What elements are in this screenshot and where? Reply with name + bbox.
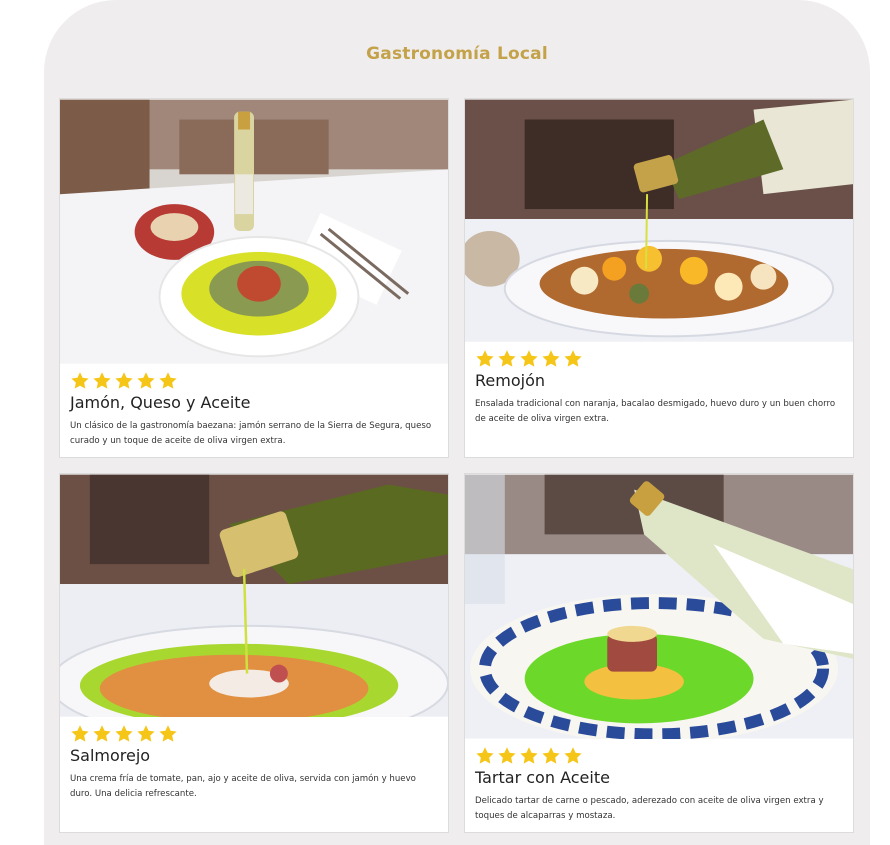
star-rating	[70, 724, 438, 744]
dish-photo-jamon	[60, 99, 448, 364]
star-icon	[92, 724, 112, 744]
star-icon	[563, 349, 583, 369]
dish-card-tartar[interactable]: Tartar con Aceite Delicado tartar de car…	[464, 473, 854, 833]
dish-card-remojon[interactable]: Remojón Ensalada tradicional con naranja…	[464, 98, 854, 458]
star-icon	[70, 371, 90, 391]
star-icon	[70, 724, 90, 744]
dish-title: Tartar con Aceite	[475, 768, 610, 787]
dish-card-salmorejo[interactable]: Salmorejo Una crema fría de tomate, pan,…	[59, 473, 449, 833]
dish-photo-salmorejo	[60, 474, 448, 717]
star-rating	[475, 349, 843, 369]
star-icon	[136, 371, 156, 391]
star-icon	[92, 371, 112, 391]
star-rating	[70, 371, 438, 391]
dish-description: Delicado tartar de carne o pescado, ader…	[475, 796, 824, 821]
dish-photo-remojon	[465, 99, 853, 342]
dish-description: Una crema fría de tomate, pan, ajo y ace…	[70, 774, 416, 799]
star-icon	[475, 349, 495, 369]
star-icon	[475, 746, 495, 766]
star-icon	[563, 746, 583, 766]
star-icon	[519, 746, 539, 766]
dish-photo-tartar	[465, 474, 853, 739]
dish-title: Salmorejo	[70, 746, 151, 765]
dish-description: Un clásico de la gastronomía baezana: ja…	[70, 421, 432, 446]
star-rating	[475, 746, 843, 766]
dish-card-jamon[interactable]: Jamón, Queso y Aceite Un clásico de la g…	[59, 98, 449, 458]
star-icon	[114, 371, 134, 391]
star-icon	[541, 746, 561, 766]
dish-description: Ensalada tradicional con naranja, bacala…	[475, 399, 836, 424]
star-icon	[158, 371, 178, 391]
star-icon	[519, 349, 539, 369]
star-icon	[114, 724, 134, 744]
star-icon	[497, 746, 517, 766]
star-icon	[541, 349, 561, 369]
dish-title: Jamón, Queso y Aceite	[70, 393, 251, 412]
star-icon	[136, 724, 156, 744]
gastronomy-section: Gastronomía Local Jamón, Queso y Aceite …	[44, 0, 870, 845]
star-icon	[158, 724, 178, 744]
star-icon	[497, 349, 517, 369]
dish-title: Remojón	[475, 371, 545, 390]
section-title: Gastronomía Local	[366, 44, 548, 64]
